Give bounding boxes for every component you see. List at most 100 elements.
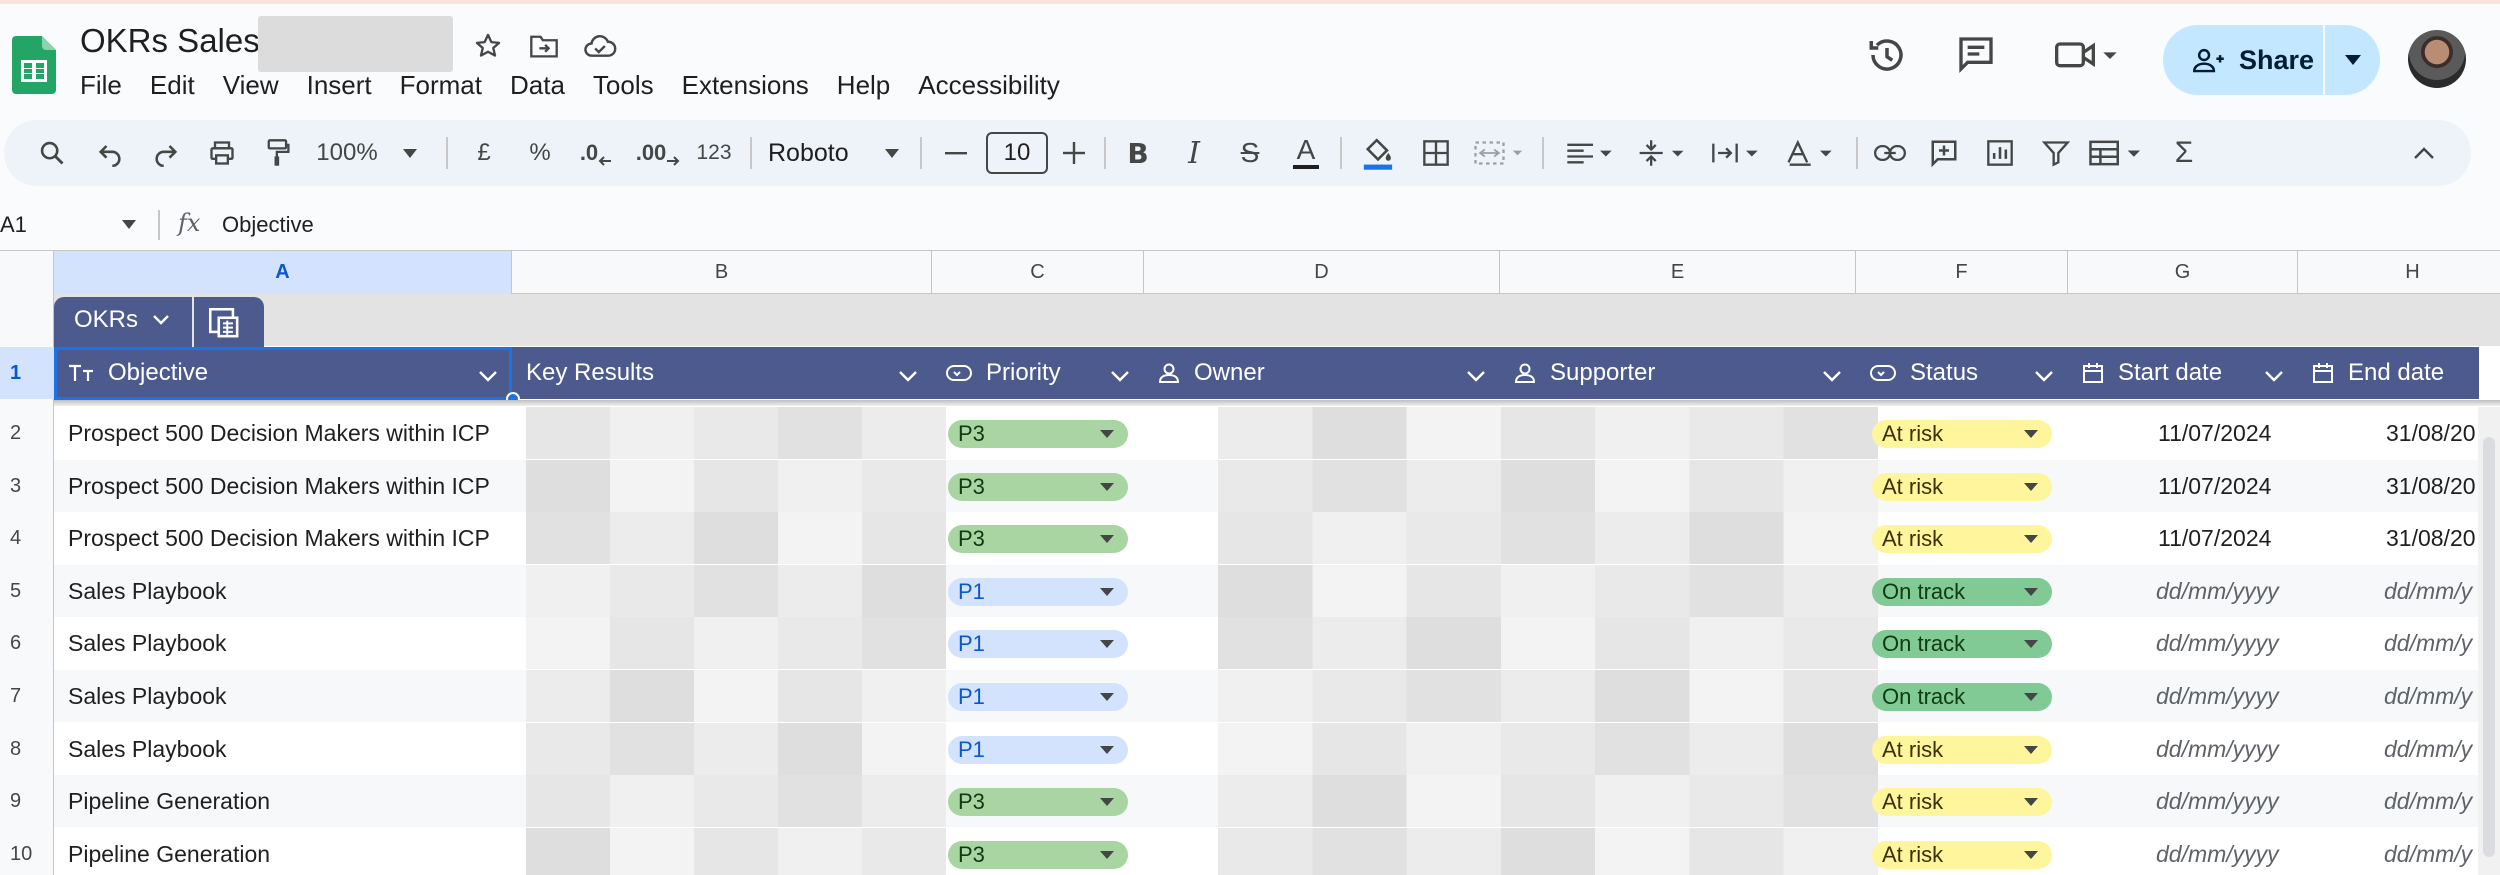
insert-chart-icon[interactable] bbox=[1980, 120, 2020, 186]
cell-start-date[interactable]: dd/mm/yyyy bbox=[2156, 828, 2346, 875]
column-header-d[interactable]: D bbox=[1144, 251, 1500, 294]
horizontal-align-icon[interactable] bbox=[1560, 120, 1626, 186]
cell-objective[interactable]: Prospect 500 Decision Makers within ICP bbox=[68, 512, 508, 564]
cell-end-date[interactable]: dd/mm/y bbox=[2384, 617, 2478, 669]
column-header-b[interactable]: B bbox=[512, 251, 932, 294]
table-name[interactable]: OKRs bbox=[74, 306, 170, 334]
status-chip[interactable]: At risk bbox=[1872, 473, 2052, 501]
row-number[interactable]: 5 bbox=[0, 565, 54, 617]
collapse-menus-icon[interactable] bbox=[2404, 120, 2444, 186]
cell-start-date[interactable]: dd/mm/yyyy bbox=[2156, 565, 2346, 617]
cell-objective[interactable]: Prospect 500 Decision Makers within ICP bbox=[68, 460, 508, 512]
table-view-icon[interactable] bbox=[2086, 120, 2152, 186]
menu-view[interactable]: View bbox=[223, 70, 279, 101]
column-header-c[interactable]: C bbox=[932, 251, 1144, 294]
cell-objective[interactable]: Sales Playbook bbox=[68, 617, 508, 669]
redo-icon[interactable] bbox=[146, 120, 186, 186]
bold-icon[interactable]: B bbox=[1118, 120, 1158, 186]
scrollbar-thumb[interactable] bbox=[2483, 437, 2495, 857]
zoom-dropdown-icon[interactable] bbox=[400, 120, 420, 186]
menu-file[interactable]: File bbox=[80, 70, 122, 101]
font-size-input[interactable]: 10 bbox=[986, 132, 1048, 174]
menu-extensions[interactable]: Extensions bbox=[682, 70, 809, 101]
cloud-saved-icon[interactable] bbox=[580, 26, 620, 66]
text-rotation-icon[interactable] bbox=[1780, 120, 1846, 186]
meet-video-icon[interactable] bbox=[2050, 34, 2120, 74]
text-color-icon[interactable]: A bbox=[1286, 120, 1326, 186]
borders-icon[interactable] bbox=[1416, 120, 1456, 186]
cell-start-date[interactable]: 11/07/2024 bbox=[2158, 512, 2348, 564]
priority-chip[interactable]: P1 bbox=[948, 578, 1128, 606]
header-status[interactable]: Status bbox=[1856, 347, 2068, 399]
star-icon[interactable] bbox=[468, 26, 508, 66]
row-number-1[interactable]: 1 bbox=[0, 347, 54, 399]
status-chip[interactable]: At risk bbox=[1872, 788, 2052, 816]
column-header-e[interactable]: E bbox=[1500, 251, 1856, 294]
header-start-date[interactable]: Start date bbox=[2068, 347, 2298, 399]
row-number[interactable]: 9 bbox=[0, 775, 54, 827]
document-title[interactable]: OKRs Sales - bbox=[80, 22, 280, 60]
menu-format[interactable]: Format bbox=[400, 70, 482, 101]
number-format-button[interactable]: 123 bbox=[690, 120, 738, 186]
cell-objective[interactable]: Sales Playbook bbox=[68, 723, 508, 775]
header-priority[interactable]: Priority bbox=[932, 347, 1144, 399]
cell-end-date[interactable]: dd/mm/y bbox=[2384, 565, 2478, 617]
priority-chip[interactable]: P3 bbox=[948, 473, 1128, 501]
menu-tools[interactable]: Tools bbox=[593, 70, 654, 101]
undo-icon[interactable] bbox=[90, 120, 130, 186]
increase-decimal-button[interactable]: .00 bbox=[634, 120, 682, 186]
share-main[interactable]: Share bbox=[2163, 25, 2323, 95]
menu-insert[interactable]: Insert bbox=[307, 70, 372, 101]
cell-start-date[interactable]: 11/07/2024 bbox=[2158, 460, 2348, 512]
menu-edit[interactable]: Edit bbox=[150, 70, 195, 101]
cell-end-date[interactable]: 31/08/20 bbox=[2386, 407, 2480, 459]
paint-format-icon[interactable] bbox=[258, 120, 298, 186]
fill-color-icon[interactable] bbox=[1356, 120, 1400, 186]
merge-cells-icon[interactable] bbox=[1470, 120, 1530, 186]
vertical-scrollbar[interactable] bbox=[2478, 407, 2500, 875]
font-dropdown-icon[interactable] bbox=[882, 120, 902, 186]
column-header-g[interactable]: G bbox=[2068, 251, 2298, 294]
search-menus-icon[interactable] bbox=[32, 120, 72, 186]
priority-chip[interactable]: P3 bbox=[948, 420, 1128, 448]
share-button[interactable]: Share bbox=[2163, 25, 2380, 95]
cell-objective[interactable]: Pipeline Generation bbox=[68, 828, 508, 875]
cell-end-date[interactable]: dd/mm/y bbox=[2384, 828, 2478, 875]
font-family-select[interactable]: Roboto bbox=[768, 120, 878, 186]
status-chip[interactable]: On track bbox=[1872, 683, 2052, 711]
chevron-down-icon[interactable] bbox=[898, 361, 918, 389]
table-name-tab[interactable]: OKRs bbox=[54, 297, 264, 347]
row-number[interactable]: 10 bbox=[0, 828, 54, 875]
menu-help[interactable]: Help bbox=[837, 70, 890, 101]
status-chip[interactable]: On track bbox=[1872, 630, 2052, 658]
cell-objective[interactable]: Sales Playbook bbox=[68, 565, 508, 617]
chevron-down-icon[interactable] bbox=[2034, 361, 2054, 389]
row-number[interactable]: 3 bbox=[0, 460, 54, 512]
cell-start-date[interactable]: dd/mm/yyyy bbox=[2156, 617, 2346, 669]
menu-data[interactable]: Data bbox=[510, 70, 565, 101]
priority-chip[interactable]: P3 bbox=[948, 788, 1128, 816]
insert-comment-icon[interactable] bbox=[1924, 120, 1964, 186]
chevron-down-icon[interactable] bbox=[1110, 361, 1130, 389]
filter-icon[interactable] bbox=[2036, 120, 2076, 186]
column-header-a[interactable]: A bbox=[54, 251, 512, 294]
cell-end-date[interactable]: dd/mm/y bbox=[2384, 670, 2478, 722]
cell-end-date[interactable]: dd/mm/y bbox=[2384, 723, 2478, 775]
row-number[interactable]: 8 bbox=[0, 723, 54, 775]
row-number[interactable]: 2 bbox=[0, 407, 54, 459]
percent-format-button[interactable]: % bbox=[520, 120, 560, 186]
decrease-font-size-icon[interactable] bbox=[938, 120, 974, 186]
header-owner[interactable]: Owner bbox=[1144, 347, 1500, 399]
italic-icon[interactable]: I bbox=[1174, 120, 1214, 186]
cell-start-date[interactable]: 11/07/2024 bbox=[2158, 407, 2348, 459]
table-calculations-icon[interactable] bbox=[206, 305, 240, 344]
zoom-value[interactable]: 100% bbox=[314, 120, 380, 186]
header-supporter[interactable]: Supporter bbox=[1500, 347, 1856, 399]
priority-chip[interactable]: P1 bbox=[948, 630, 1128, 658]
priority-chip[interactable]: P3 bbox=[948, 841, 1128, 869]
share-dropdown-icon[interactable] bbox=[2325, 25, 2380, 95]
cell-objective[interactable]: Sales Playbook bbox=[68, 670, 508, 722]
status-chip[interactable]: At risk bbox=[1872, 525, 2052, 553]
cell-end-date[interactable]: 31/08/20 bbox=[2386, 460, 2480, 512]
comments-icon[interactable] bbox=[1956, 34, 1996, 74]
